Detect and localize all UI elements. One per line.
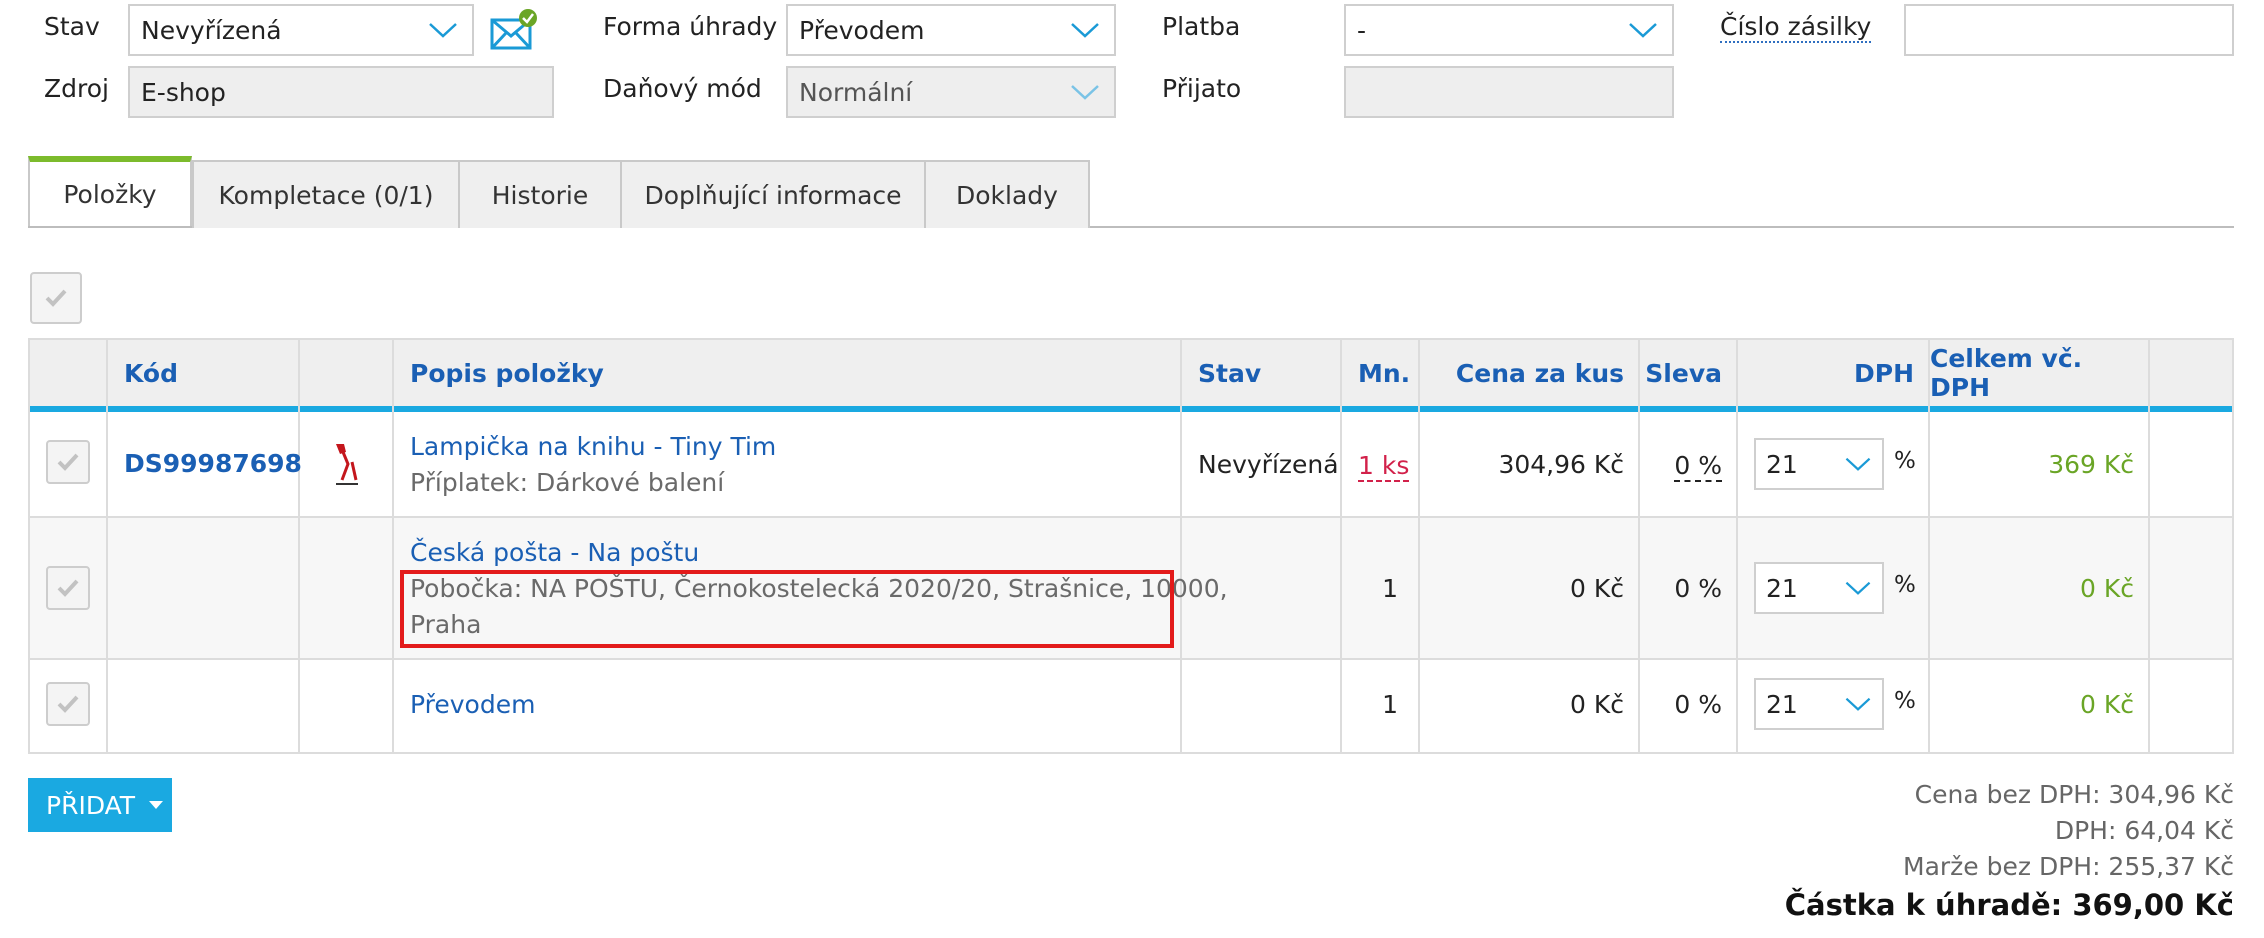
zdroj-label: Zdroj <box>44 74 109 103</box>
vat-value: 21 <box>1766 573 1798 603</box>
platba-select[interactable]: - <box>1344 4 1674 56</box>
item-price: 304,96 Kč <box>1498 450 1624 479</box>
danovy-mod-select: Normální <box>786 66 1116 118</box>
tab-kompletace[interactable]: Kompletace (0/1) <box>192 160 460 228</box>
danovy-mod-label: Daňový mód <box>603 74 762 103</box>
envelope-check-icon[interactable] <box>490 8 538 52</box>
item-total: 0 Kč <box>2080 690 2134 719</box>
item-title-link[interactable]: Lampička na knihu - Tiny Tim <box>410 432 776 461</box>
chevron-down-icon <box>1071 85 1099 100</box>
item-subtitle: Příplatek: Dárkové balení <box>410 468 725 497</box>
header-popis[interactable]: Popis položky <box>410 338 604 408</box>
highlight-box <box>400 570 1174 648</box>
chevron-down-icon <box>1629 23 1657 38</box>
zdroj-value: E-shop <box>141 77 226 107</box>
item-qty: 1 <box>1382 690 1398 719</box>
header-dph[interactable]: DPH <box>1740 338 1914 408</box>
item-discount: 0 % <box>1674 574 1722 603</box>
item-price: 0 Kč <box>1570 690 1624 719</box>
row-checkbox[interactable] <box>46 440 90 484</box>
zdroj-field: E-shop <box>128 66 554 118</box>
item-code-link[interactable]: DS99987698 <box>124 449 302 478</box>
chevron-down-icon <box>1071 23 1099 38</box>
item-title-link[interactable]: Česká pošta - Na poštu <box>410 538 699 567</box>
checkmark-icon <box>57 695 79 713</box>
item-discount-value[interactable]: 0 % <box>1674 451 1722 482</box>
product-lamp-icon <box>330 440 362 488</box>
cislo-zasilky-label[interactable]: Číslo zásilky <box>1720 12 1872 43</box>
vat-value: 21 <box>1766 449 1798 479</box>
summary-amount-due: Částka k úhradě: 369,00 Kč <box>1784 888 2234 922</box>
item-total: 0 Kč <box>2080 574 2134 603</box>
summary-price-without-vat: Cena bez DPH: 304,96 Kč <box>1914 780 2234 809</box>
vat-percent-sign: % <box>1894 688 1916 714</box>
item-title-link[interactable]: Převodem <box>410 690 535 719</box>
summary-margin: Marže bez DPH: 255,37 Kč <box>1903 852 2234 881</box>
stav-select[interactable]: Nevyřízená <box>128 4 474 56</box>
chevron-down-icon <box>1845 697 1871 711</box>
forma-uhrady-select[interactable]: Převodem <box>786 4 1116 56</box>
item-price: 0 Kč <box>1570 574 1624 603</box>
vat-select[interactable]: 21 <box>1754 562 1884 614</box>
vat-select[interactable]: 21 <box>1754 678 1884 730</box>
forma-uhrady-value: Převodem <box>799 15 925 45</box>
chevron-down-icon <box>1845 581 1871 595</box>
item-qty: 1 <box>1382 574 1398 603</box>
row-divider <box>28 516 2234 518</box>
row-checkbox[interactable] <box>46 566 90 610</box>
checkmark-icon <box>45 289 67 307</box>
platba-label: Platba <box>1162 12 1241 41</box>
caret-down-icon <box>149 801 164 809</box>
vat-select[interactable]: 21 <box>1754 438 1884 490</box>
header-celkem[interactable]: Celkem vč. DPH <box>1930 338 2150 408</box>
row-divider <box>28 752 2234 754</box>
platba-value: - <box>1357 15 1367 45</box>
tab-polozky[interactable]: Položky <box>28 156 192 226</box>
vat-percent-sign: % <box>1894 572 1916 598</box>
stav-value: Nevyřízená <box>141 15 282 45</box>
row-checkbox[interactable] <box>46 682 90 726</box>
cislo-zasilky-input[interactable] <box>1904 4 2234 56</box>
item-discount[interactable]: 0 % <box>1640 451 1722 482</box>
danovy-mod-value: Normální <box>799 77 913 107</box>
header-stav[interactable]: Stav <box>1198 338 1261 408</box>
prijato-label: Přijato <box>1162 74 1242 103</box>
header-cena[interactable]: Cena za kus <box>1420 338 1624 408</box>
header-sleva[interactable]: Sleva <box>1640 338 1722 408</box>
vat-value: 21 <box>1766 689 1798 719</box>
header-mn[interactable]: Mn. <box>1358 338 1410 408</box>
chevron-down-icon <box>429 23 457 38</box>
cislo-zasilky-label-text[interactable]: Číslo zásilky <box>1720 12 1872 43</box>
vat-percent-sign: % <box>1894 448 1916 474</box>
item-discount: 0 % <box>1674 690 1722 719</box>
stav-label: Stav <box>44 12 100 41</box>
forma-uhrady-label: Forma úhrady <box>603 12 778 41</box>
tab-historie[interactable]: Historie <box>458 160 622 228</box>
summary-vat: DPH: 64,04 Kč <box>2054 816 2234 845</box>
item-qty-link[interactable]: 1 ks <box>1358 451 1410 482</box>
header-kod[interactable]: Kód <box>124 338 178 408</box>
add-item-button[interactable]: PŘIDAT <box>28 778 172 832</box>
checkmark-icon <box>57 579 79 597</box>
tab-doplnujici-informace[interactable]: Doplňující informace <box>620 160 926 228</box>
item-status: Nevyřízená <box>1198 450 1339 479</box>
add-item-button-label: PŘIDAT <box>46 790 136 820</box>
chevron-down-icon <box>1845 457 1871 471</box>
select-all-checkbox[interactable] <box>30 272 82 324</box>
prijato-field <box>1344 66 1674 118</box>
item-total: 369 Kč <box>2048 450 2134 479</box>
tab-doklady[interactable]: Doklady <box>924 160 1090 228</box>
checkmark-icon <box>57 453 79 471</box>
